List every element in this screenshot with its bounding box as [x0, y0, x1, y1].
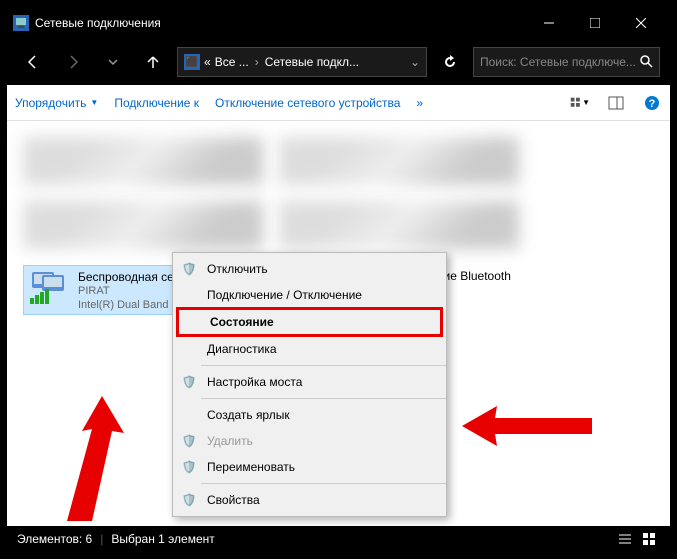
ctx-connect-disconnect[interactable]: Подключение / Отключение — [173, 282, 446, 308]
selection-count: Выбран 1 элемент — [111, 532, 214, 546]
separator — [201, 483, 446, 484]
connection-item[interactable] — [279, 201, 519, 249]
connection-item[interactable] — [23, 137, 263, 185]
disconnect-device-button[interactable]: Отключение сетевого устройства — [215, 96, 400, 110]
titlebar: Сетевые подключения — [7, 7, 670, 39]
context-menu: 🛡️ Отключить Подключение / Отключение Со… — [172, 252, 447, 517]
chevron-down-icon[interactable]: ⌄ — [410, 55, 420, 69]
ctx-rename[interactable]: 🛡️ Переименовать — [173, 454, 446, 480]
more-button[interactable]: » — [416, 96, 423, 110]
connection-item[interactable] — [23, 201, 263, 249]
navigation-bar: ⬛ « Все ... › Сетевые подкл... ⌄ Поиск: … — [7, 39, 670, 85]
breadcrumb-current[interactable]: Сетевые подкл... — [265, 55, 359, 69]
breadcrumb[interactable]: ⬛ « Все ... › Сетевые подкл... ⌄ — [177, 47, 427, 77]
location-icon: ⬛ — [184, 54, 200, 70]
ctx-diagnostics[interactable]: Диагностика — [173, 336, 446, 362]
shield-icon: 🛡️ — [181, 459, 197, 475]
shield-icon: 🛡️ — [181, 433, 197, 449]
shield-icon: 🛡️ — [181, 492, 197, 508]
item-count: Элементов: 6 — [17, 532, 92, 546]
annotation-arrow-right — [457, 401, 597, 451]
shield-icon: 🛡️ — [181, 374, 197, 390]
search-placeholder: Поиск: Сетевые подключе... — [480, 55, 636, 69]
search-input[interactable]: Поиск: Сетевые подключе... — [473, 47, 660, 77]
svg-text:?: ? — [649, 98, 656, 110]
refresh-button[interactable] — [435, 47, 465, 77]
back-button[interactable] — [17, 46, 49, 78]
separator — [201, 398, 446, 399]
search-icon[interactable] — [639, 54, 653, 71]
toolbar: Упорядочить▼ Подключение к Отключение се… — [7, 85, 670, 121]
wifi-adapter-icon — [28, 270, 72, 310]
window-title: Сетевые подключения — [35, 16, 526, 30]
ctx-shortcut[interactable]: Создать ярлык — [173, 402, 446, 428]
forward-button[interactable] — [57, 46, 89, 78]
ctx-properties[interactable]: 🛡️ Свойства — [173, 487, 446, 513]
app-icon — [13, 15, 29, 31]
recent-dropdown[interactable] — [97, 46, 129, 78]
ctx-delete: 🛡️ Удалить — [173, 428, 446, 454]
connection-item[interactable] — [279, 137, 519, 185]
annotation-arrow-left — [37, 391, 167, 531]
chevron-right-icon: › — [253, 55, 261, 69]
minimize-button[interactable] — [526, 7, 572, 39]
details-view-button[interactable] — [614, 530, 636, 548]
statusbar: Элементов: 6 | Выбран 1 элемент — [7, 526, 670, 552]
ctx-bridge[interactable]: 🛡️ Настройка моста — [173, 369, 446, 395]
view-options-button[interactable]: ▼ — [570, 93, 590, 113]
breadcrumb-parent[interactable]: Все ... — [215, 55, 249, 69]
maximize-button[interactable] — [572, 7, 618, 39]
shield-icon: 🛡️ — [181, 261, 197, 277]
window-controls — [526, 7, 664, 39]
icons-view-button[interactable] — [638, 530, 660, 548]
help-button[interactable]: ? — [642, 93, 662, 113]
ctx-status[interactable]: Состояние — [176, 307, 443, 337]
separator — [201, 365, 446, 366]
preview-pane-button[interactable] — [606, 93, 626, 113]
connect-button[interactable]: Подключение к — [114, 96, 199, 110]
ctx-disable[interactable]: 🛡️ Отключить — [173, 256, 446, 282]
up-button[interactable] — [137, 46, 169, 78]
close-button[interactable] — [618, 7, 664, 39]
organize-button[interactable]: Упорядочить▼ — [15, 96, 98, 110]
